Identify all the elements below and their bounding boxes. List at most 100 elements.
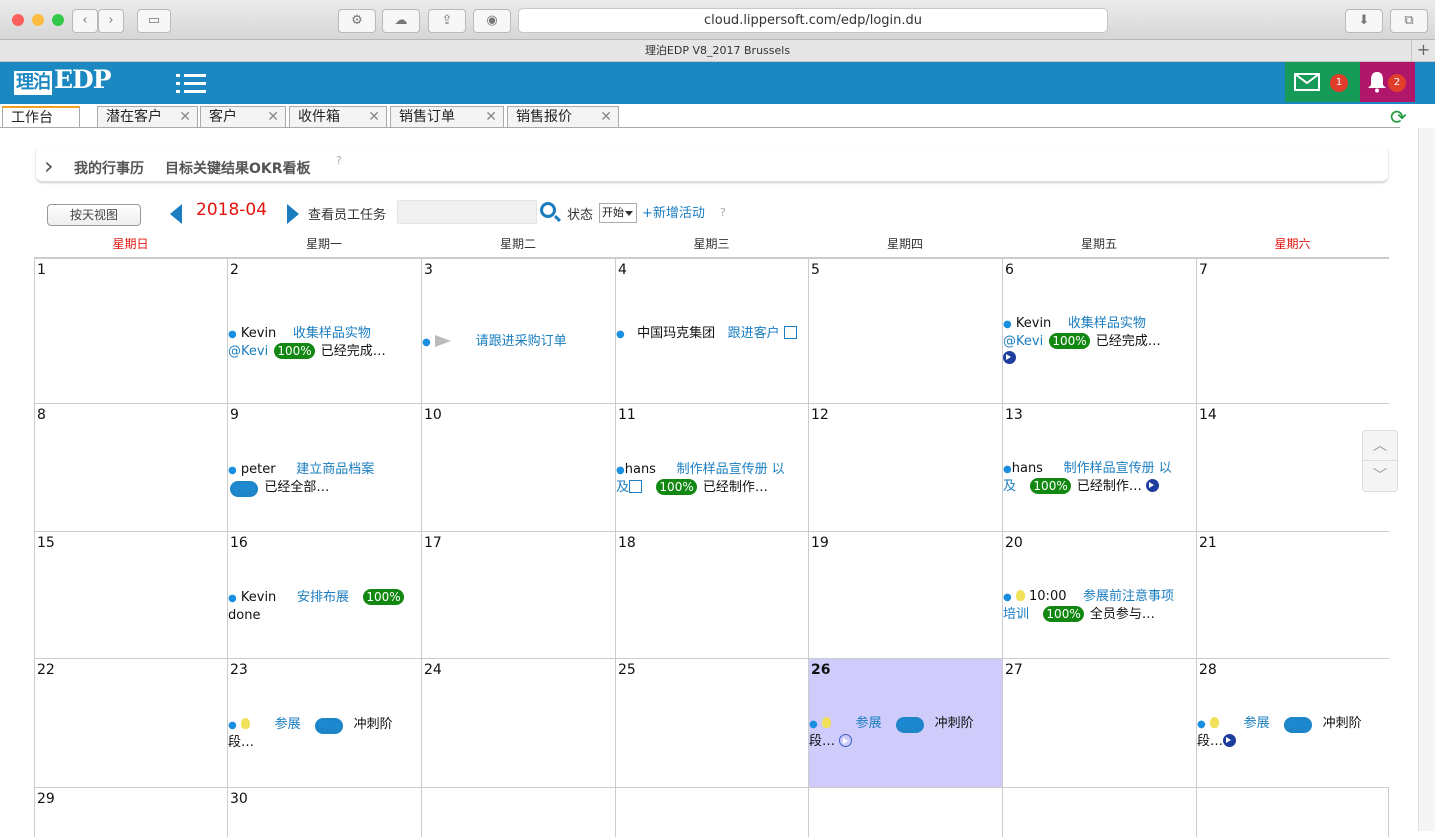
scroll-down-icon[interactable]: ﹀ — [1363, 461, 1397, 491]
day-cell[interactable]: 5 — [808, 258, 1002, 403]
calendar-event[interactable]: ● 中国玛克集团 跟进客户 — [616, 325, 806, 343]
event-title-cont[interactable]: 培训 — [1003, 607, 1029, 622]
day-cell[interactable]: 27 — [1002, 658, 1196, 787]
forward-icon[interactable]: › — [98, 9, 124, 33]
notification-button[interactable]: 2 — [1360, 62, 1415, 102]
close-tab-icon[interactable]: ✕ — [179, 107, 191, 127]
day-cell[interactable]: 8 — [34, 403, 227, 531]
calendar-event[interactable]: ● 10:00 参展前注意事项 培训 100% 全员参与… — [1003, 588, 1193, 623]
day-cell[interactable]: 22 — [34, 658, 227, 787]
play-next-icon[interactable] — [1146, 479, 1160, 492]
event-title[interactable]: 参展 — [275, 717, 301, 732]
day-cell[interactable]: 13 ●hans 制作样品宣传册 以 及 100% 已经制作… — [1002, 403, 1196, 531]
calendar-event[interactable]: ● 请跟进采购订单 — [422, 333, 612, 351]
calendar-event[interactable]: ● Kevin 收集样品实物 @Kevi 100% 已经完成… — [1003, 315, 1193, 367]
day-cell[interactable]: 23 ● 参展 60% 冲刺阶 段… — [227, 658, 421, 787]
menu-list-icon[interactable] — [176, 72, 206, 94]
event-title[interactable]: 收集样品实物 — [1068, 316, 1146, 331]
calendar-event[interactable]: ● 参展 60% 冲刺阶 段… — [228, 716, 418, 751]
tab-inbox[interactable]: 收件箱 ✕ — [289, 106, 387, 128]
edit-icon[interactable] — [783, 326, 797, 339]
event-title[interactable]: 安排布展 — [297, 590, 349, 605]
page-scrollbar[interactable] — [1418, 128, 1435, 831]
play-next-icon[interactable] — [1003, 351, 1016, 364]
close-tab-icon[interactable]: ✕ — [600, 107, 612, 127]
cloud-icon[interactable]: ☁ — [382, 9, 420, 33]
day-cell[interactable]: 11 ●hans 制作样品宣传册 以 及 100% 已经制作… — [615, 403, 808, 531]
day-cell[interactable]: 19 — [808, 531, 1002, 658]
back-icon[interactable]: ‹ — [72, 9, 98, 33]
new-tab-icon[interactable]: + — [1411, 40, 1435, 62]
url-field[interactable]: cloud.lippersoft.com/edp/login.du — [518, 8, 1108, 33]
help-icon[interactable]: ? — [720, 206, 726, 219]
event-title[interactable]: 建立商品档案 — [296, 462, 374, 477]
today-cell[interactable]: 26 ● 参展 60% 冲刺阶 段… — [808, 658, 1002, 787]
close-tab-icon[interactable]: ✕ — [267, 107, 279, 127]
chevron-right-icon[interactable]: › — [44, 152, 54, 180]
day-cell[interactable]: 6 ● Kevin 收集样品实物 @Kevi 100% 已经完成… — [1002, 258, 1196, 403]
calendar-event[interactable]: ● Kevin 收集样品实物 @Kevi 100% 已经完成… — [228, 325, 418, 360]
day-cell[interactable]: 16 ● Kevin 安排布展 100% done — [227, 531, 421, 658]
tabs-overview-icon[interactable]: ⧉ — [1390, 9, 1428, 33]
event-mention[interactable]: @Kevi — [228, 344, 268, 359]
day-cell[interactable]: 9 ● peter 建立商品档案 90% 已经全部… — [227, 403, 421, 531]
calendar-event[interactable]: ● 参展 60% 冲刺阶 段… — [809, 715, 999, 750]
gear-icon[interactable]: ⚙ — [338, 9, 376, 33]
event-title[interactable]: 收集样品实物 — [293, 326, 371, 341]
staff-search-input[interactable] — [397, 200, 537, 224]
day-cell[interactable] — [1196, 787, 1389, 837]
reader-icon[interactable]: ◉ — [473, 9, 511, 33]
zoom-window-button[interactable] — [52, 14, 64, 26]
day-cell[interactable]: 25 — [615, 658, 808, 787]
day-cell[interactable]: 4 ● 中国玛克集团 跟进客户 — [615, 258, 808, 403]
day-cell[interactable]: 2 ● Kevin 收集样品实物 @Kevi 100% 已经完成… — [227, 258, 421, 403]
day-cell[interactable]: 7 — [1196, 258, 1389, 403]
tab-prospects[interactable]: 潜在客户 ✕ — [97, 106, 198, 128]
close-tab-icon[interactable]: ✕ — [485, 107, 497, 127]
sidebar-icon[interactable]: ▭ — [137, 9, 171, 33]
calendar-event[interactable]: ● 参展 60% 冲刺阶 段… — [1197, 715, 1387, 750]
day-cell[interactable]: 29 — [34, 787, 227, 837]
event-title[interactable]: 请跟进采购订单 — [476, 334, 567, 349]
day-cell[interactable] — [808, 787, 1002, 837]
tab-sales-quotes[interactable]: 销售报价 ✕ — [507, 106, 619, 128]
play-next-icon[interactable] — [1223, 734, 1237, 747]
day-cell[interactable]: 18 — [615, 531, 808, 658]
search-icon[interactable] — [540, 202, 556, 218]
tab-sales-orders[interactable]: 销售订单 ✕ — [390, 106, 504, 128]
calendar-event[interactable]: ●hans 制作样品宣传册 以 及 100% 已经制作… — [616, 461, 806, 496]
crumb-calendar[interactable]: 我的行事历 — [74, 158, 144, 178]
day-cell[interactable]: 17 — [421, 531, 615, 658]
day-cell[interactable]: 10 — [421, 403, 615, 531]
close-tab-icon[interactable]: ✕ — [368, 107, 380, 127]
mail-button[interactable]: 1 — [1285, 62, 1360, 102]
event-title-cont[interactable]: 及 — [616, 480, 629, 495]
help-icon[interactable]: ? — [336, 154, 342, 167]
add-activity-link[interactable]: +新增活动 — [642, 202, 705, 221]
scroll-up-icon[interactable]: ︿ — [1363, 431, 1397, 461]
event-title[interactable]: 制作样品宣传册 以 — [677, 462, 785, 477]
day-cell[interactable]: 15 — [34, 531, 227, 658]
day-cell[interactable] — [615, 787, 808, 837]
edit-icon[interactable] — [629, 480, 643, 493]
share-icon[interactable]: ⇪ — [428, 9, 466, 33]
event-title[interactable]: 参展前注意事项 — [1083, 589, 1174, 604]
day-cell[interactable]: 28 ● 参展 60% 冲刺阶 段… — [1196, 658, 1389, 787]
day-view-button[interactable]: 按天视图 — [47, 204, 141, 226]
calendar-event[interactable]: ● peter 建立商品档案 90% 已经全部… — [228, 461, 418, 497]
tab-customers[interactable]: 客户 ✕ — [200, 106, 286, 128]
event-title-cont[interactable]: 及 — [1003, 479, 1016, 494]
refresh-icon[interactable]: ⟳ — [1390, 106, 1412, 128]
fast-forward-icon[interactable] — [839, 734, 853, 747]
close-window-button[interactable] — [12, 14, 24, 26]
calendar-event[interactable]: ●hans 制作样品宣传册 以 及 100% 已经制作… — [1003, 460, 1193, 495]
status-select[interactable]: 开始 — [599, 203, 637, 223]
event-title[interactable]: 参展 — [1244, 716, 1270, 731]
day-cell[interactable] — [421, 787, 615, 837]
app-logo[interactable]: 理泊 EDP — [10, 67, 117, 98]
event-title[interactable]: 参展 — [856, 716, 882, 731]
download-icon[interactable]: ⬇ — [1345, 9, 1383, 33]
day-cell[interactable]: 20 ● 10:00 参展前注意事项 培训 100% 全员参与… — [1002, 531, 1196, 658]
crumb-okr-board[interactable]: 目标关键结果OKR看板 — [165, 158, 311, 178]
day-cell[interactable]: 3 ● 请跟进采购订单 — [421, 258, 615, 403]
